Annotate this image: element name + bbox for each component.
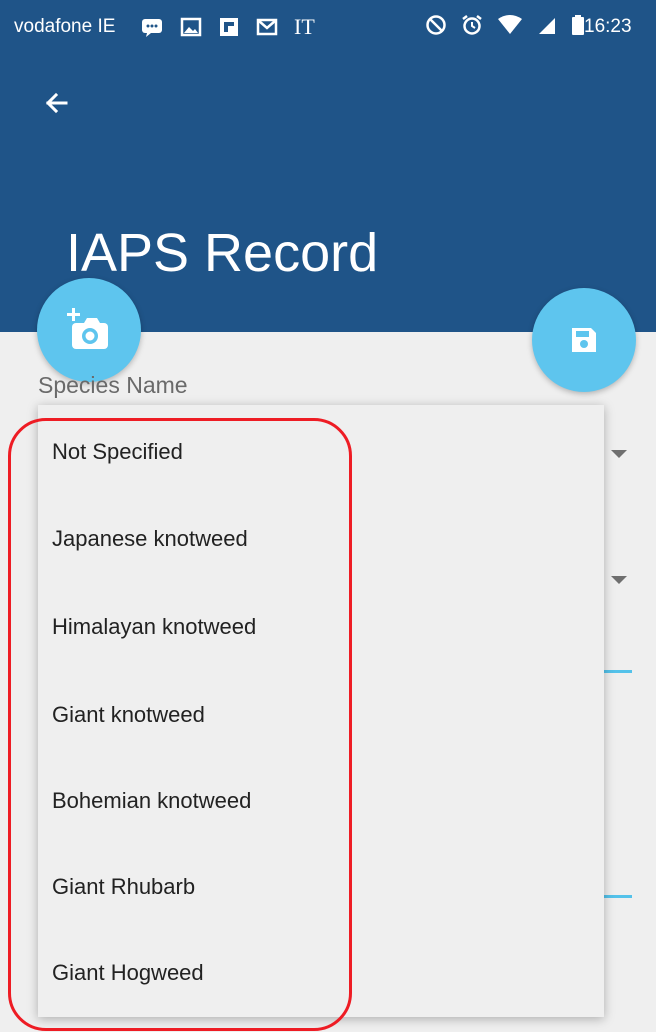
- dropdown-arrow-icon[interactable]: [611, 450, 627, 458]
- wifi-icon: [498, 15, 522, 34]
- dropdown-arrow-icon[interactable]: [611, 576, 627, 584]
- add-a-photo-icon: [67, 308, 108, 349]
- flipboard-icon: [220, 18, 238, 36]
- dropdown-option[interactable]: Giant Hogweed: [52, 960, 204, 986]
- dropdown-option[interactable]: Japanese knotweed: [52, 526, 248, 552]
- dropdown-option[interactable]: Bohemian knotweed: [52, 788, 251, 814]
- message-icon: [142, 19, 162, 37]
- dropdown-option[interactable]: Giant knotweed: [52, 702, 205, 728]
- notification-icons: IT: [140, 14, 315, 40]
- battery-icon: [572, 15, 584, 35]
- carrier-name: vodafone IE: [14, 16, 116, 37]
- network-label: IT: [294, 14, 315, 39]
- dropdown-option[interactable]: Not Specified: [52, 439, 183, 465]
- alarm-icon: [462, 15, 482, 35]
- back-button[interactable]: [36, 82, 80, 126]
- status-bar: vodafone IE IT 16:23: [0, 0, 656, 58]
- field-underline: [604, 895, 632, 898]
- add-photo-button[interactable]: [37, 278, 141, 382]
- floppy-disk-icon: [572, 328, 596, 352]
- save-button[interactable]: [532, 288, 636, 392]
- email-icon: [256, 18, 278, 36]
- species-name-label: Species Name: [38, 372, 188, 398]
- do-not-disturb-icon: [426, 15, 446, 35]
- system-icons: [425, 14, 585, 36]
- page-title: IAPS Record: [66, 223, 379, 283]
- dropdown-option[interactable]: Giant Rhubarb: [52, 874, 195, 900]
- species-dropdown-menu: Not Specified Japanese knotweed Himalaya…: [38, 405, 604, 1017]
- image-icon: [180, 17, 202, 37]
- field-underline: [604, 670, 632, 673]
- signal-icon: [539, 18, 555, 34]
- arrow-left-icon: [45, 92, 68, 114]
- dropdown-option[interactable]: Himalayan knotweed: [52, 614, 256, 640]
- clock: 16:23: [584, 16, 632, 37]
